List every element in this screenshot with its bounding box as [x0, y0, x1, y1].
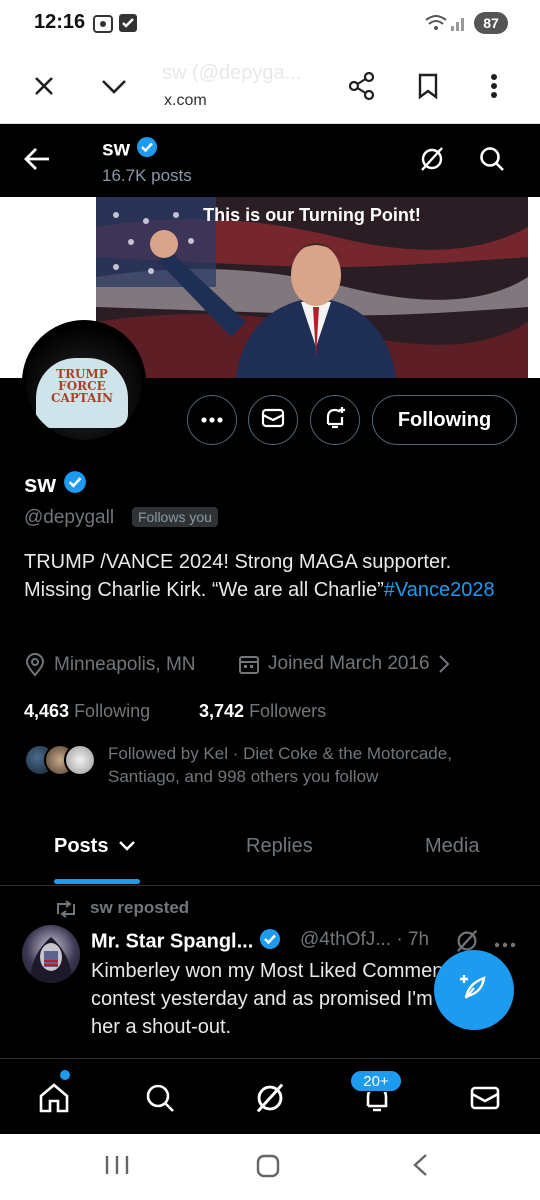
hashtag-link[interactable]: #Vance2028 [384, 579, 495, 601]
post-count: 16.7K posts [102, 166, 192, 185]
location-pin-icon [24, 653, 46, 677]
status-bar: 12:16 87 [0, 0, 540, 48]
more-options-button[interactable] [187, 395, 237, 445]
active-tab-indicator [54, 879, 140, 884]
repost-icon [54, 900, 78, 923]
home-unread-dot [60, 1070, 70, 1080]
verified-badge-icon [259, 928, 281, 956]
wifi-icon [424, 13, 448, 38]
back-button-icon[interactable] [410, 1152, 430, 1183]
screen-record-icon [92, 13, 114, 40]
chevron-right-icon [438, 654, 450, 674]
following-button[interactable]: Following [372, 395, 517, 445]
follows-you-badge: Follows you [132, 507, 218, 527]
explore-search-icon[interactable] [140, 1078, 180, 1118]
chevron-down-icon[interactable] [96, 68, 132, 104]
more-vertical-icon[interactable] [476, 68, 512, 104]
bookmark-icon[interactable] [410, 68, 446, 104]
profile-joined-date[interactable]: Joined March 2016 [238, 653, 450, 675]
avatar-image: TRUMP FORCE CAPTAIN [26, 324, 142, 440]
browser-toolbar [0, 48, 540, 124]
recent-apps-icon[interactable] [104, 1154, 130, 1181]
header-profile-name: sw [102, 136, 158, 164]
checkbox-notification-icon [118, 13, 138, 38]
author-avatar-image [30, 937, 72, 983]
chevron-down-icon [118, 835, 136, 858]
post-more-icon[interactable] [494, 936, 516, 954]
post-author-name[interactable]: Mr. Star Spangl... [91, 928, 281, 956]
notify-button[interactable] [310, 395, 360, 445]
battery-indicator: 87 [474, 12, 508, 34]
verified-badge-icon [63, 470, 87, 501]
close-icon[interactable] [26, 68, 62, 104]
banner-caption: This is our Turning Point! [203, 205, 421, 225]
profile-bio: TRUMP /VANCE 2024! Strong MAGA supporter… [24, 551, 495, 601]
feather-plus-icon [456, 970, 492, 1011]
calendar-icon [238, 653, 260, 675]
grok-icon[interactable] [418, 145, 446, 178]
post-author-avatar[interactable] [22, 925, 80, 983]
compose-post-button[interactable] [434, 950, 514, 1030]
post-handle-time: @4thOfJ... · 7h [300, 929, 430, 950]
messages-envelope-icon[interactable] [465, 1078, 505, 1118]
home-icon[interactable] [34, 1078, 74, 1118]
tabs-divider [0, 885, 540, 886]
home-button-icon[interactable] [256, 1154, 280, 1183]
followers-count-link[interactable]: 3,742 Followers [199, 701, 326, 722]
status-time: 12:16 [34, 11, 86, 33]
repost-label: sw reposted [90, 898, 190, 917]
message-button[interactable] [248, 395, 298, 445]
following-count-link[interactable]: 4,463 Following [24, 701, 150, 722]
tab-media[interactable]: Media [425, 835, 479, 858]
banner-image: This is our Turning Point! [96, 197, 528, 378]
browser-page-title: sw (@depyga... [162, 62, 302, 84]
search-icon[interactable] [478, 145, 506, 178]
profile-location: Minneapolis, MN [24, 653, 196, 677]
profile-handle: @depygall [24, 507, 115, 528]
verified-badge-icon [136, 136, 158, 164]
profile-header-bar [0, 124, 540, 198]
tab-replies[interactable]: Replies [246, 835, 313, 858]
more-horizontal-icon [200, 411, 224, 429]
browser-url: x.com [164, 92, 207, 109]
envelope-icon [261, 407, 285, 434]
back-arrow-icon[interactable] [22, 145, 52, 178]
profile-avatar[interactable]: TRUMP FORCE CAPTAIN [22, 320, 146, 444]
follower-avatar-3 [64, 744, 96, 776]
grok-nav-icon[interactable] [250, 1078, 290, 1118]
share-icon[interactable] [344, 68, 380, 104]
signal-icon [450, 13, 468, 38]
profile-name: sw [24, 470, 87, 501]
bell-plus-icon [322, 405, 348, 436]
notifications-badge: 20+ [350, 1070, 402, 1092]
hat-image: TRUMP FORCE CAPTAIN [36, 358, 128, 428]
tab-posts[interactable]: Posts [54, 835, 136, 858]
followed-by-text[interactable]: Followed by Kel · Diet Coke & the Motorc… [108, 742, 528, 788]
